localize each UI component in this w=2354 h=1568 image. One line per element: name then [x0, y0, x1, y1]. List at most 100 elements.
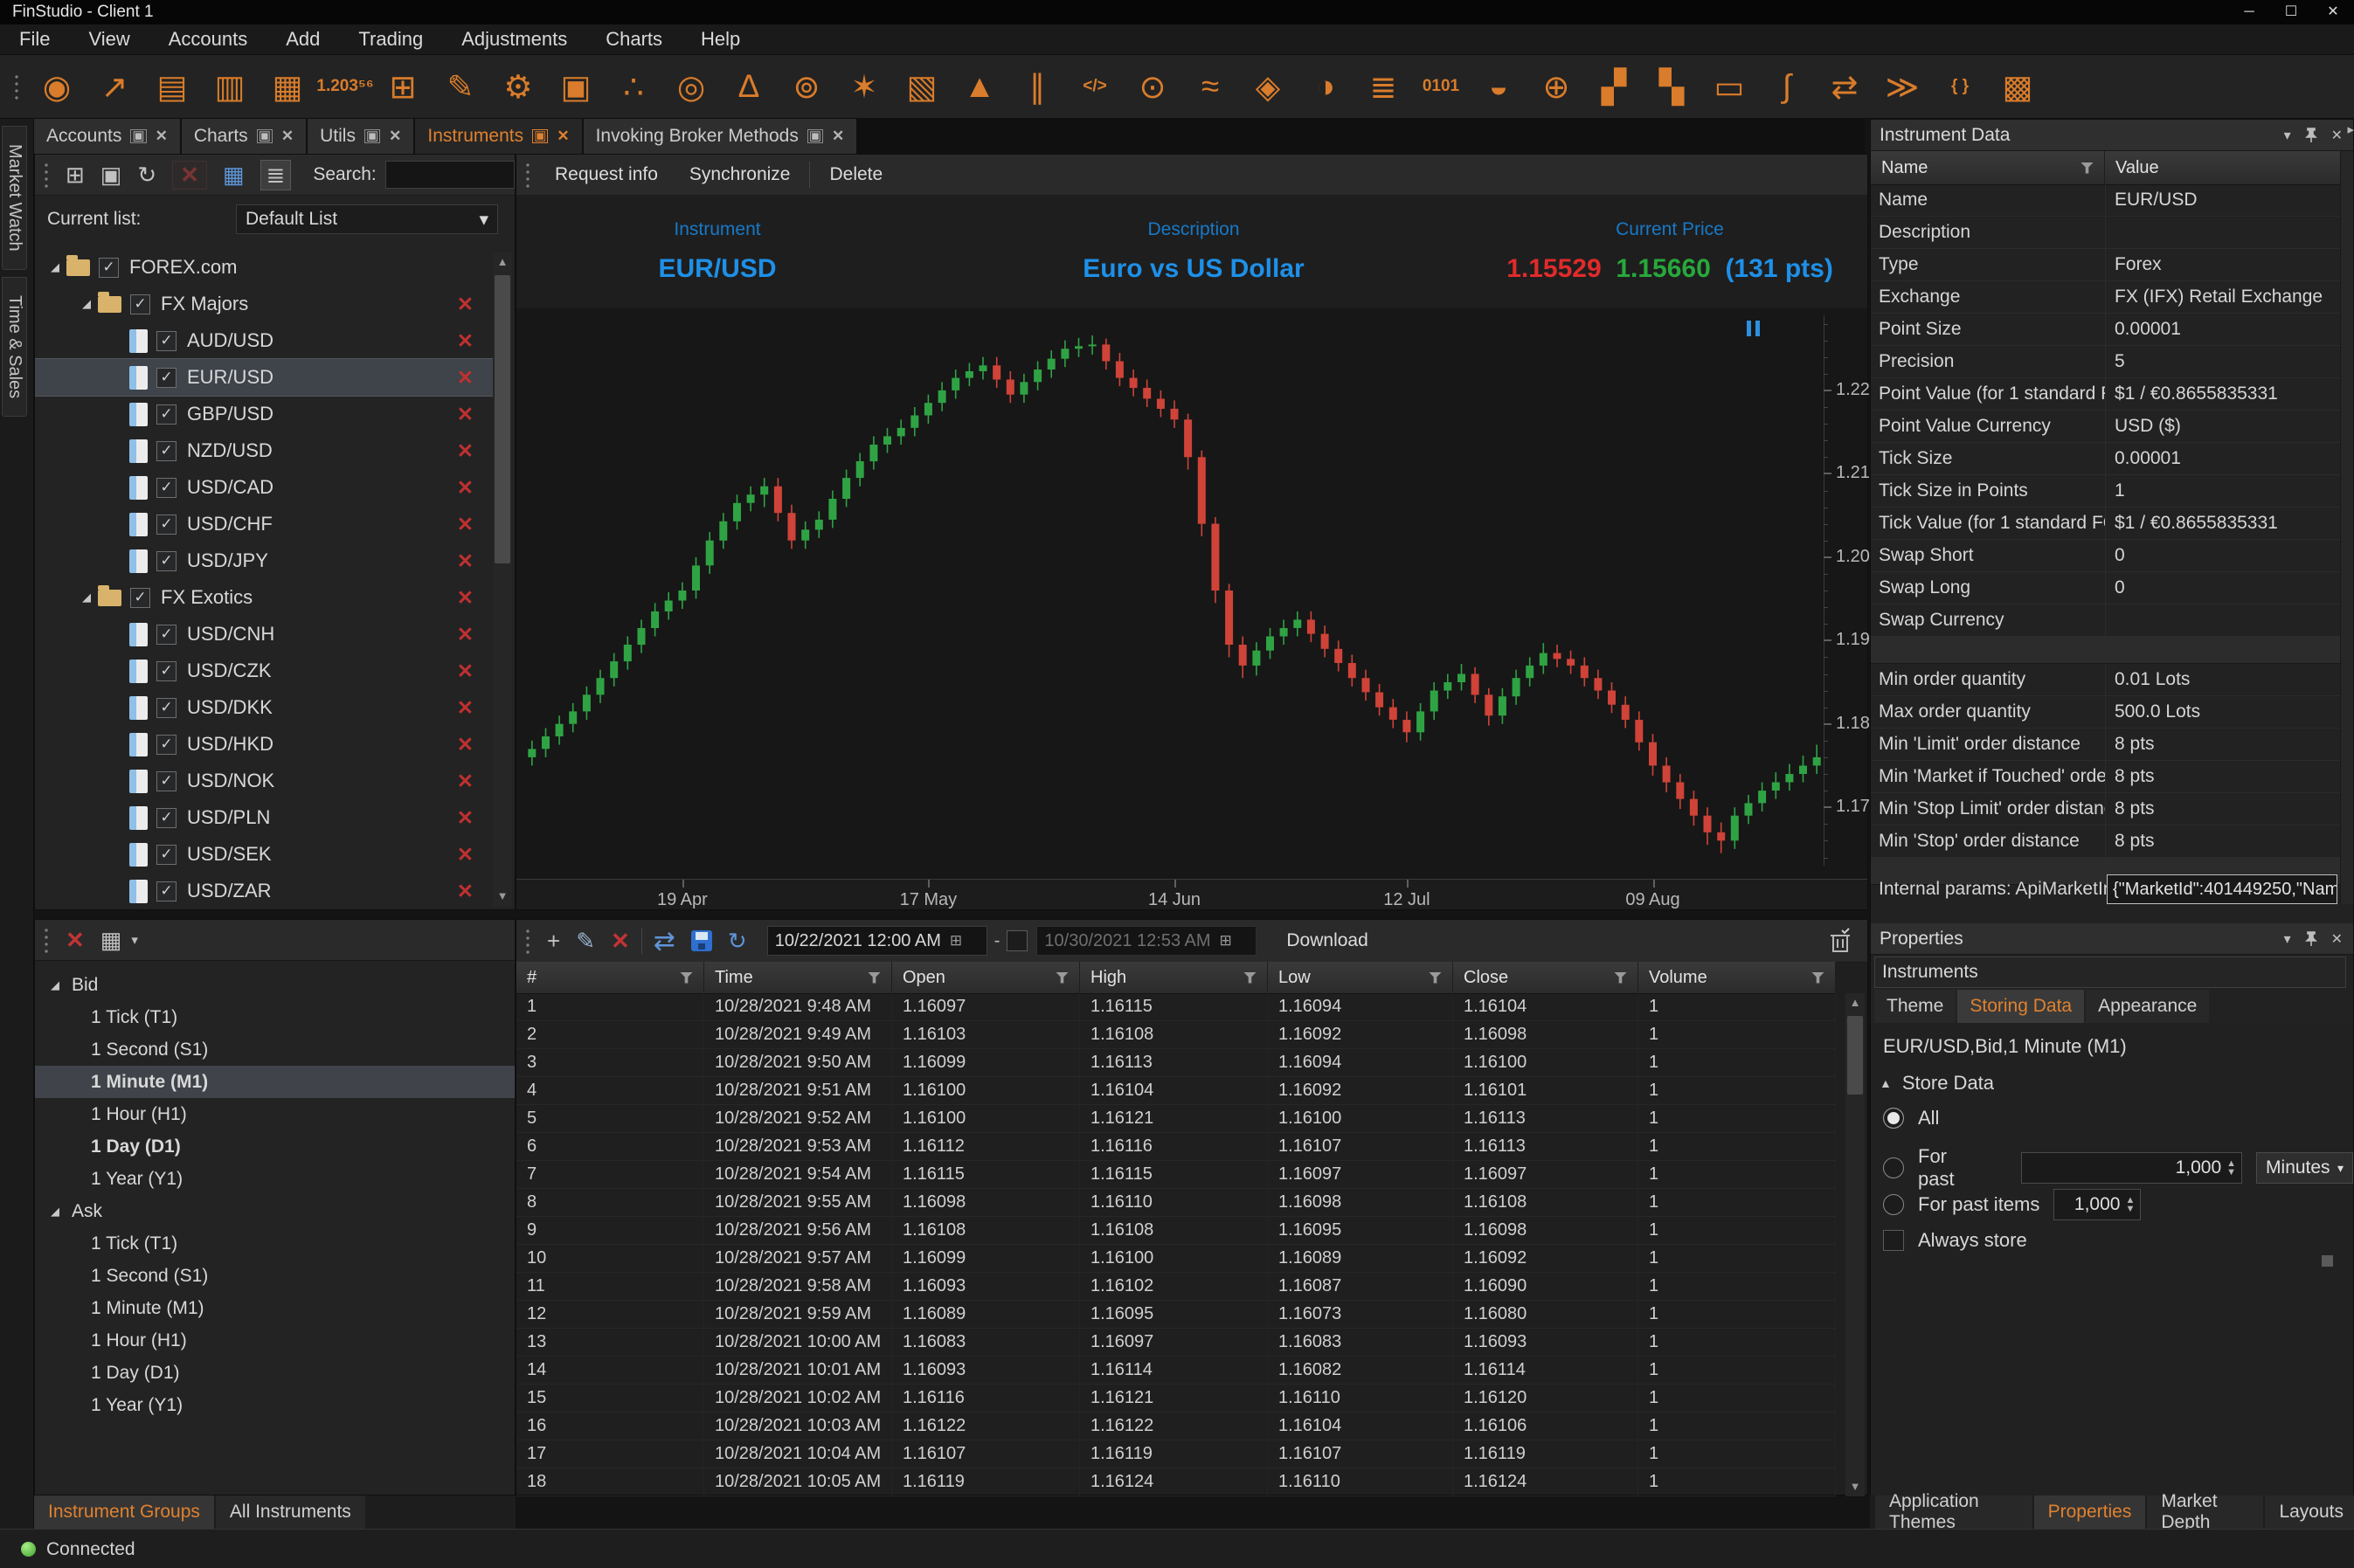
line-chart-icon[interactable]: ≈	[1181, 62, 1239, 111]
download-button[interactable]: Download	[1270, 930, 1383, 951]
item-checkbox[interactable]: ✓	[156, 368, 177, 388]
price-lookup-icon[interactable]: ⊙	[1124, 62, 1181, 111]
end-date-checkbox[interactable]	[1007, 930, 1028, 951]
resize-grip[interactable]	[2322, 1255, 2333, 1267]
tree-item-usd-czk[interactable]: ✓USD/CZK✕	[35, 653, 493, 689]
remove-item-icon[interactable]: ✕	[457, 586, 474, 610]
close-icon[interactable]: ✕	[389, 128, 401, 145]
float-window-icon[interactable]: ▣	[807, 129, 823, 143]
column-header-time[interactable]: Time	[704, 962, 892, 993]
item-checkbox[interactable]: ✓	[156, 735, 177, 755]
internal-params-input[interactable]: {"MarketId":401449250,"Name	[2107, 874, 2337, 904]
tree-item-eur-usd[interactable]: ✓EUR/USD✕	[35, 359, 493, 396]
property-row-precision[interactable]: Precision5	[1871, 346, 2343, 378]
fees-icon[interactable]: ≣	[1354, 62, 1412, 111]
always-store-option[interactable]: Always store	[1883, 1229, 2027, 1252]
float-window-icon[interactable]: ▣	[532, 129, 548, 143]
panels-icon[interactable]: ▚	[1643, 62, 1700, 111]
remove-item-icon[interactable]: ✕	[457, 806, 474, 830]
table-row[interactable]: 710/28/2021 9:54 AM1.161151.161151.16097…	[516, 1161, 1836, 1189]
automation-icon[interactable]: ✶	[835, 62, 893, 111]
for-past-unit-dropdown[interactable]: Minutes ▾	[2256, 1152, 2353, 1184]
add-item-icon[interactable]: ⊞	[66, 162, 85, 189]
drag-handle[interactable]	[44, 162, 49, 188]
radio-for-past-items[interactable]	[1883, 1194, 1904, 1215]
property-row-min-stop-limit-order-distance[interactable]: Min 'Stop Limit' order distance8 pts	[1871, 793, 2343, 825]
period-bid-1-year-y1[interactable]: 1 Year (Y1)	[35, 1163, 515, 1195]
add-row-icon[interactable]: +	[547, 928, 560, 955]
pin-icon[interactable]	[2305, 931, 2317, 947]
start-date-input[interactable]: 10/22/2021 12:00 AM ⊞	[767, 926, 987, 956]
property-row-point-value-currency[interactable]: Point Value CurrencyUSD ($)	[1871, 411, 2343, 443]
properties-tab-appearance[interactable]: Appearance	[2086, 990, 2209, 1023]
delete-item-icon[interactable]: ✕	[172, 161, 207, 190]
settings-icon[interactable]: ⚙	[489, 62, 547, 111]
table-row[interactable]: 210/28/2021 9:49 AM1.161031.161081.16092…	[516, 1021, 1836, 1049]
properties-tab-theme[interactable]: Theme	[1874, 990, 1956, 1023]
close-icon[interactable]: ✕	[2331, 127, 2343, 144]
refresh-icon[interactable]: ↻	[137, 162, 156, 189]
targeting-icon[interactable]: ⊕	[1527, 62, 1585, 111]
item-checkbox[interactable]: ✓	[156, 551, 177, 571]
property-row-min-limit-order-distance[interactable]: Min 'Limit' order distance8 pts	[1871, 729, 2343, 761]
property-row-min-market-if-touched-order-di[interactable]: Min 'Market if Touched' order di8 pts	[1871, 761, 2343, 793]
period-ask-1-day-d1[interactable]: 1 Day (D1)	[35, 1357, 515, 1389]
float-window-icon[interactable]: ▣	[257, 129, 273, 143]
column-header-low[interactable]: Low	[1268, 962, 1453, 993]
item-checkbox[interactable]: ✓	[130, 588, 150, 608]
layout-grid-icon[interactable]: ▦	[100, 927, 122, 954]
candle-chart-icon[interactable]: ∥	[1008, 62, 1066, 111]
remove-item-icon[interactable]: ✕	[457, 696, 474, 720]
store-for-past-option[interactable]: For past 1,000 ▲▼ Minutes ▾	[1883, 1145, 2353, 1191]
spinner-icon[interactable]: ▲▼	[2125, 1196, 2135, 1213]
property-row-description[interactable]: Description	[1871, 217, 2343, 249]
menu-view[interactable]: View	[69, 24, 149, 54]
scrollbar-thumb[interactable]	[495, 275, 510, 563]
tree-item-nzd-usd[interactable]: ✓NZD/USD✕	[35, 432, 493, 469]
remove-item-icon[interactable]: ✕	[457, 403, 474, 426]
remove-item-icon[interactable]: ✕	[457, 549, 474, 573]
property-row-min-stop-order-distance[interactable]: Min 'Stop' order distance8 pts	[1871, 825, 2343, 858]
close-button[interactable]: ✕	[2312, 0, 2354, 24]
tab-accounts[interactable]: Accounts▣✕	[34, 119, 180, 154]
remove-item-icon[interactable]: ✕	[457, 439, 474, 463]
table-row[interactable]: 1210/28/2021 9:59 AM1.160891.160951.1607…	[516, 1301, 1836, 1329]
radio-for-past[interactable]	[1883, 1157, 1904, 1178]
period-ask-1-year-y1[interactable]: 1 Year (Y1)	[35, 1389, 515, 1421]
property-row-tick-size-in-points[interactable]: Tick Size in Points1	[1871, 475, 2343, 508]
account-icon[interactable]: ◉	[28, 62, 86, 111]
item-checkbox[interactable]: ✓	[156, 404, 177, 425]
properties-tab-storing-data[interactable]: Storing Data	[1957, 990, 2084, 1023]
period-bid-1-second-s1[interactable]: 1 Second (S1)	[35, 1033, 515, 1066]
float-window-icon[interactable]: ▣	[130, 129, 146, 143]
dock-tab-market-watch[interactable]: Market Watch	[2, 126, 27, 270]
property-row-swap-short[interactable]: Swap Short0	[1871, 540, 2343, 572]
tree-item-usd-hkd[interactable]: ✓USD/HKD✕	[35, 726, 493, 763]
expander-icon[interactable]: ◢	[45, 260, 65, 274]
market-trends-icon[interactable]: ↗	[86, 62, 143, 111]
dashboard-icon[interactable]: ▞	[1585, 62, 1643, 111]
portfolio-icon[interactable]: ▧	[893, 62, 951, 111]
item-checkbox[interactable]: ✓	[156, 478, 177, 498]
expander-icon[interactable]: ◢	[77, 591, 96, 604]
collapse-arrow-icon[interactable]: ▸	[2347, 121, 2354, 137]
remove-item-icon[interactable]: ✕	[457, 366, 474, 390]
property-row-max-order-quantity[interactable]: Max order quantity500.0 Lots	[1871, 696, 2343, 729]
filter-icon[interactable]	[1429, 972, 1442, 984]
window-layout-icon[interactable]: ▣	[547, 62, 605, 111]
tree-view-icon[interactable]: ≣	[260, 160, 292, 190]
volume-bars-icon[interactable]: ▦	[259, 62, 316, 111]
period-bid-1-tick-t1[interactable]: 1 Tick (T1)	[35, 1001, 515, 1033]
search-input[interactable]	[385, 161, 515, 189]
property-row-tick-value-for-1-standard-fori[interactable]: Tick Value (for 1 standard FORI$1 / €0.8…	[1871, 508, 2343, 540]
maximize-button[interactable]: ☐	[2270, 0, 2312, 24]
remove-item-icon[interactable]: ✕	[457, 660, 474, 683]
filter-icon[interactable]	[2081, 162, 2094, 174]
item-checkbox[interactable]: ✓	[99, 258, 119, 278]
order-ticket-icon[interactable]: ✎	[432, 62, 489, 111]
script-icon[interactable]: { }	[1931, 62, 1989, 111]
close-icon[interactable]: ✕	[156, 128, 168, 145]
hedge-icon[interactable]: ∆	[720, 62, 778, 111]
tab-utils[interactable]: Utils▣✕	[308, 119, 413, 154]
drag-handle[interactable]	[525, 162, 530, 188]
